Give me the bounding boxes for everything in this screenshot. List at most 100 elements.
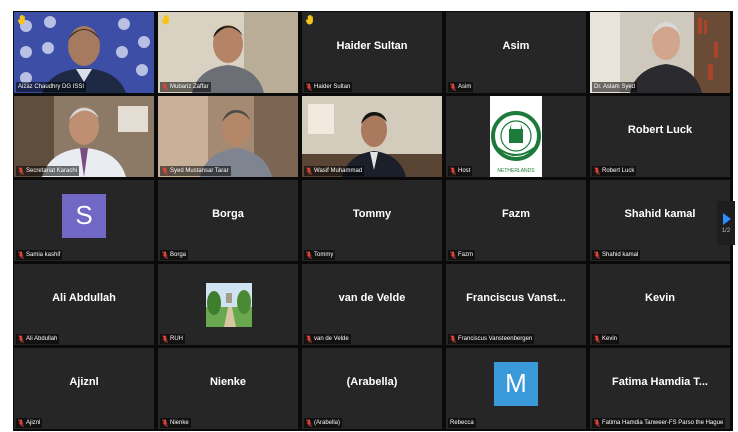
participant-tile[interactable]: Borga Borga bbox=[158, 180, 298, 261]
participant-tile[interactable]: M Rebecca bbox=[446, 348, 586, 429]
participant-display-name: Ajiznl bbox=[69, 375, 99, 388]
participant-name: Ali Abdullah bbox=[26, 336, 58, 342]
participant-name: Fatima Hamdia Tanweer-FS Parso the Hague bbox=[602, 420, 724, 426]
participant-tile[interactable]: Secretariat Karachi bbox=[14, 96, 154, 177]
participant-tile[interactable]: Wasif Muhammad bbox=[302, 96, 442, 177]
participant-name-label: Syed Mustansar Tarar bbox=[160, 166, 231, 176]
participant-name-label: Rebecca bbox=[448, 418, 476, 428]
participant-name: Samia kashif bbox=[26, 252, 61, 258]
participant-name: Wasif Muhammad bbox=[314, 168, 363, 174]
participant-tile[interactable]: Syed Mustansar Tarar bbox=[158, 96, 298, 177]
participant-display-name: Fatima Hamdia T... bbox=[612, 375, 708, 388]
participant-display-name: Robert Luck bbox=[627, 123, 693, 136]
participant-name-label: Host bbox=[448, 166, 473, 176]
participant-tile[interactable]: NETHERLANDS Host bbox=[446, 96, 586, 177]
participant-name-label: Nienke bbox=[160, 418, 191, 428]
muted-mic-icon bbox=[306, 167, 312, 175]
participant-avatar: M bbox=[494, 361, 538, 406]
participant-tile[interactable]: Franciscus Vanst... Franciscus Vansteenbe… bbox=[446, 264, 586, 345]
participant-name: Tommy bbox=[314, 252, 334, 258]
participant-display-name: Haider Sultan bbox=[336, 39, 408, 52]
participant-tile[interactable]: S Samia kashif bbox=[14, 180, 154, 261]
participant-avatar: S bbox=[62, 193, 106, 238]
participant-display-name: Tommy bbox=[352, 207, 392, 220]
participant-name: Haider Sultan bbox=[314, 84, 351, 90]
participant-name: Host bbox=[458, 168, 471, 174]
muted-mic-icon bbox=[162, 167, 168, 175]
participant-display-name: van de Velde bbox=[338, 291, 406, 304]
garden-photo bbox=[206, 283, 252, 327]
participant-name-label: Mubariz Zaffar bbox=[160, 82, 211, 92]
participant-tile[interactable]: Ajiznl Ajiznl bbox=[14, 348, 154, 429]
participant-display-name: Fazm bbox=[501, 207, 531, 220]
muted-mic-icon bbox=[162, 251, 168, 259]
participant-name-label: Secretariat Karachi bbox=[16, 166, 80, 176]
raised-hand-icon bbox=[305, 14, 313, 25]
participant-display-name: Kevin bbox=[645, 291, 675, 304]
next-page-button[interactable]: 1/2 bbox=[717, 201, 735, 245]
participant-name-label: Tommy bbox=[304, 250, 336, 260]
participant-display-name: Shahid kamal bbox=[624, 207, 696, 220]
muted-mic-icon bbox=[18, 335, 24, 343]
participant-name-label: Ajiznl bbox=[16, 418, 43, 428]
participant-name-label: Fazm bbox=[448, 250, 475, 260]
muted-mic-icon bbox=[594, 251, 600, 259]
participant-name: Syed Mustansar Tarar bbox=[170, 168, 229, 174]
muted-mic-icon bbox=[594, 419, 600, 427]
embassy-emblem-icon: NETHERLANDS bbox=[490, 96, 542, 177]
participant-tile[interactable]: Haider Sultan Haider Sultan bbox=[302, 12, 442, 93]
muted-mic-icon bbox=[594, 335, 600, 343]
participant-tile[interactable]: Nienke Nienke bbox=[158, 348, 298, 429]
muted-mic-icon bbox=[450, 83, 456, 91]
muted-mic-icon bbox=[306, 251, 312, 259]
participant-name-label: (Arabella) bbox=[304, 418, 343, 428]
participant-name-label: van de Velde bbox=[304, 334, 351, 344]
muted-mic-icon bbox=[306, 335, 312, 343]
participant-tile[interactable]: Shahid kamal Shahid kamal bbox=[590, 180, 730, 261]
participant-tile[interactable]: Ali Abdullah Ali Abdullah bbox=[14, 264, 154, 345]
participant-tile[interactable]: Fazm Fazm bbox=[446, 180, 586, 261]
participant-tile[interactable]: Aizaz Chaudhry DG ISSI bbox=[14, 12, 154, 93]
participant-name: Ajiznl bbox=[26, 420, 41, 426]
participant-tile[interactable]: Fatima Hamdia T... Fatima Hamdia Tanweer-… bbox=[590, 348, 730, 429]
muted-mic-icon bbox=[450, 251, 456, 259]
participant-name-label: Dr. Aslam Syed bbox=[592, 82, 638, 92]
participant-name-label: RUH bbox=[160, 334, 185, 344]
muted-mic-icon bbox=[306, 419, 312, 427]
participant-name-label: Fatima Hamdia Tanweer-FS Parso the Hague bbox=[592, 418, 726, 428]
muted-mic-icon bbox=[18, 251, 24, 259]
participant-tile[interactable]: van de Velde van de Velde bbox=[302, 264, 442, 345]
participant-name: Aizaz Chaudhry DG ISSI bbox=[18, 84, 85, 90]
muted-mic-icon bbox=[162, 83, 168, 91]
participant-display-name: Franciscus Vanst... bbox=[466, 291, 566, 304]
participant-name-label: Shahid kamal bbox=[592, 250, 641, 260]
participant-name: Kevin bbox=[602, 336, 618, 342]
muted-mic-icon bbox=[450, 335, 456, 343]
participant-name: Fazm bbox=[458, 252, 473, 258]
participant-name: Shahid kamal bbox=[602, 252, 639, 258]
participant-tile[interactable]: Robert Luck Robert Luck bbox=[590, 96, 730, 177]
participant-tile[interactable]: Kevin Kevin bbox=[590, 264, 730, 345]
participant-name-label: Haider Sultan bbox=[304, 82, 353, 92]
emblem-caption: NETHERLANDS bbox=[497, 168, 535, 174]
participant-display-name: Borga bbox=[212, 207, 244, 220]
participant-display-name: Asim bbox=[502, 39, 530, 52]
participant-name: Dr. Aslam Syed bbox=[594, 84, 636, 90]
participant-tile[interactable]: RUH bbox=[158, 264, 298, 345]
raised-hand-icon bbox=[161, 14, 169, 25]
participant-name: (Arabella) bbox=[314, 420, 341, 426]
participant-tile[interactable]: Tommy Tommy bbox=[302, 180, 442, 261]
participant-tile[interactable]: Mubariz Zaffar bbox=[158, 12, 298, 93]
participant-name-label: Robert Luck bbox=[592, 166, 637, 176]
participant-tile[interactable]: Asim Asim bbox=[446, 12, 586, 93]
muted-mic-icon bbox=[18, 167, 24, 175]
muted-mic-icon bbox=[162, 419, 168, 427]
participant-name: van de Velde bbox=[314, 336, 349, 342]
participant-name: Franciscus Vansteenbergen bbox=[458, 336, 533, 342]
participant-tile[interactable]: Dr. Aslam Syed bbox=[590, 12, 730, 93]
participant-name: RUH bbox=[170, 336, 183, 342]
muted-mic-icon bbox=[306, 83, 312, 91]
participant-tile[interactable]: (Arabella) (Arabella) bbox=[302, 348, 442, 429]
muted-mic-icon bbox=[162, 335, 168, 343]
participant-name: Robert Luck bbox=[602, 168, 635, 174]
